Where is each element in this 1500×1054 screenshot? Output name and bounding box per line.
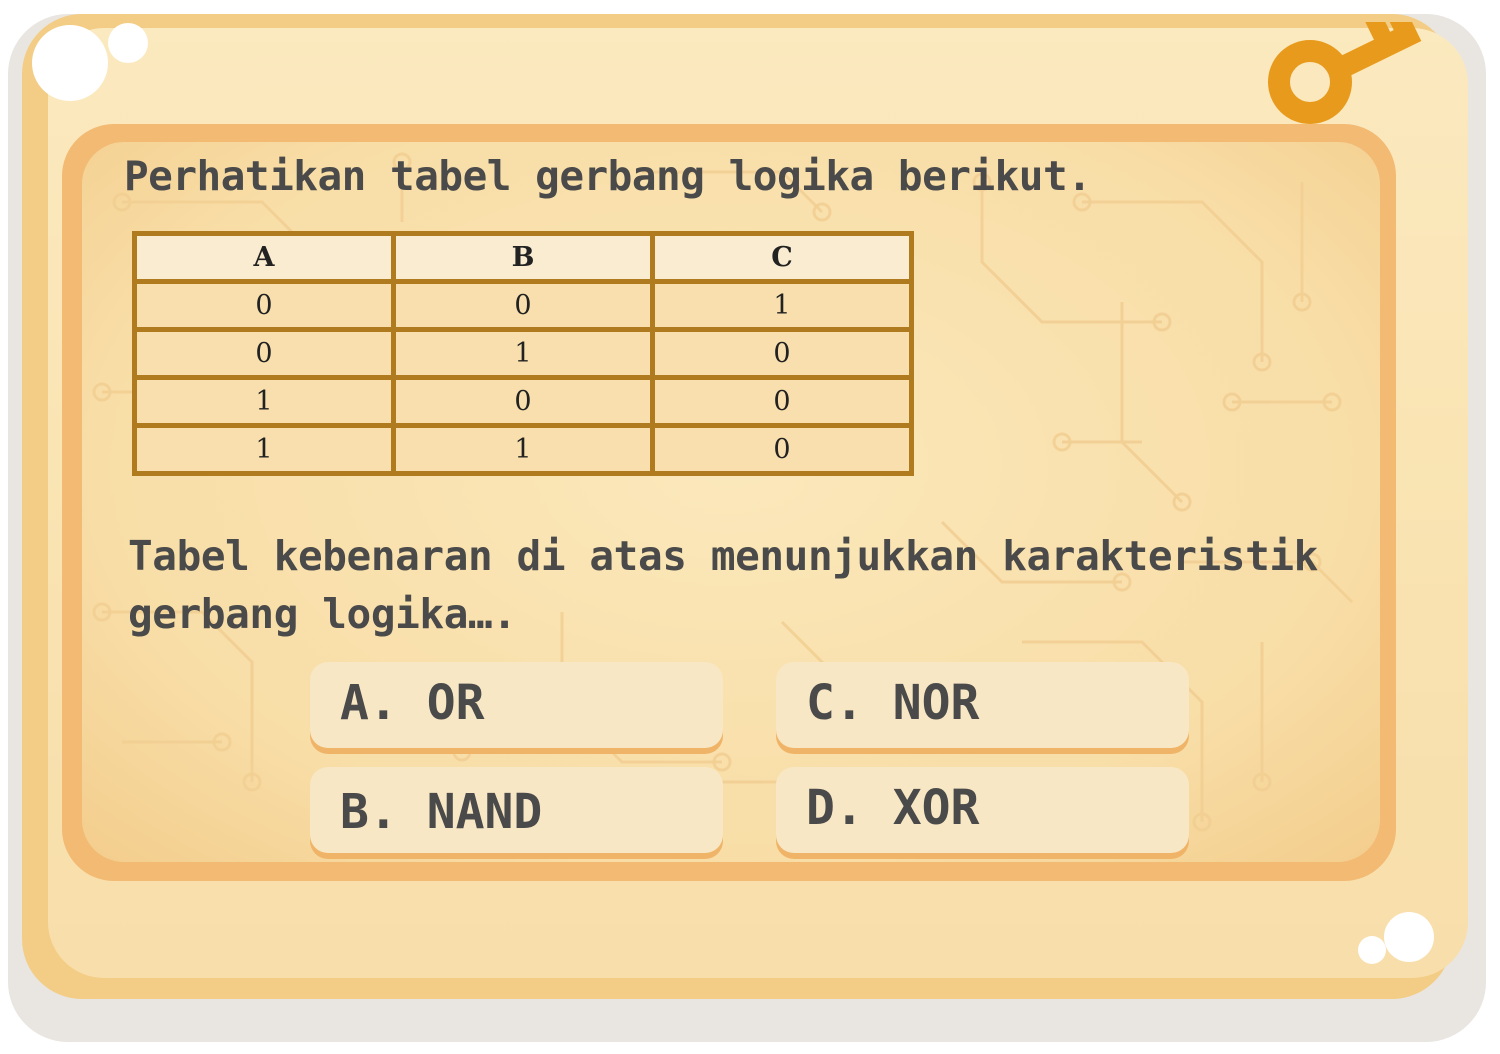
table-row: 0 0 1	[132, 279, 914, 332]
table-cell: 0	[650, 375, 914, 428]
header-cell-c: C	[650, 231, 914, 284]
decor-bubble-large	[32, 25, 108, 101]
option-letter: D.	[806, 780, 893, 836]
key-icon	[1268, 22, 1422, 124]
answer-option-d[interactable]: D. XOR	[776, 767, 1189, 853]
table-row: 1 0 0	[132, 375, 914, 428]
option-letter: C.	[806, 675, 893, 731]
table-cell: 0	[391, 375, 655, 428]
answer-option-b[interactable]: B. NAND	[310, 767, 723, 853]
table-cell: 1	[391, 423, 655, 476]
option-letter: A.	[340, 675, 427, 731]
table-cell: 1	[132, 375, 396, 428]
decor-bubble-small	[108, 23, 148, 63]
option-letter: B.	[340, 784, 427, 840]
decor-bubble-large	[1384, 912, 1434, 962]
statement-text: Tabel kebenaran di atas menunjukkan kara…	[128, 532, 1318, 638]
decor-bubble-small	[1358, 936, 1386, 964]
table-cell: 1	[132, 423, 396, 476]
option-label: XOR	[892, 780, 980, 836]
answer-option-a[interactable]: A. OR	[310, 662, 723, 748]
table-cell: 0	[132, 279, 396, 332]
option-label: OR	[426, 675, 485, 731]
option-label: NAND	[426, 784, 543, 840]
table-cell: 0	[650, 423, 914, 476]
table-row: 1 1 0	[132, 423, 914, 476]
header-cell-b: B	[391, 231, 655, 284]
question-text: Perhatikan tabel gerbang logika berikut.	[124, 152, 1092, 200]
truth-table-header-row: A B C	[132, 231, 914, 284]
table-cell: 0	[132, 327, 396, 380]
truth-table: A B C 0 0 1 0 1 0 1 0 0 1 1 0	[132, 231, 914, 476]
header-cell-a: A	[132, 231, 396, 284]
table-cell: 1	[391, 327, 655, 380]
answer-option-c[interactable]: C. NOR	[776, 662, 1189, 748]
option-label: NOR	[892, 675, 980, 731]
table-row: 0 1 0	[132, 327, 914, 380]
table-cell: 1	[650, 279, 914, 332]
table-cell: 0	[391, 279, 655, 332]
table-cell: 0	[650, 327, 914, 380]
